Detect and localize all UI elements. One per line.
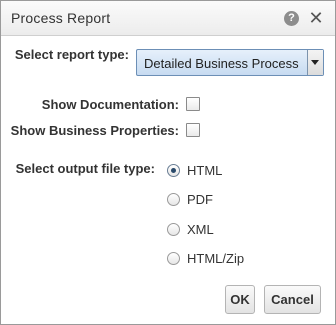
report-type-label: Select report type: <box>14 47 129 62</box>
output-label-xml[interactable]: XML <box>187 222 214 237</box>
report-type-select[interactable]: Detailed Business Process <box>136 49 324 76</box>
output-type-label: Select output file type: <box>15 161 155 176</box>
output-radio-xml[interactable] <box>167 223 180 236</box>
close-icon[interactable]: ✕ <box>308 8 324 28</box>
show-documentation-checkbox[interactable] <box>186 97 200 111</box>
process-report-dialog: Process Report ? ✕ Select report type: D… <box>0 0 336 325</box>
output-radio-html-zip[interactable] <box>167 252 180 265</box>
dialog-titlebar: Process Report ? ✕ <box>1 1 335 36</box>
show-documentation-label: Show Documentation: <box>41 97 179 112</box>
cancel-button[interactable]: Cancel <box>264 285 321 314</box>
show-business-properties-label: Show Business Properties: <box>10 123 179 138</box>
output-radio-html[interactable] <box>167 164 180 177</box>
output-label-html[interactable]: HTML <box>187 163 222 178</box>
dialog-title: Process Report <box>11 10 111 26</box>
chevron-down-icon[interactable] <box>307 50 323 75</box>
output-label-html-zip[interactable]: HTML/Zip <box>187 251 244 266</box>
help-icon[interactable]: ? <box>284 11 299 26</box>
ok-button[interactable]: OK <box>225 285 255 314</box>
show-business-properties-checkbox[interactable] <box>186 123 200 137</box>
report-type-value: Detailed Business Process <box>144 56 299 71</box>
output-label-pdf[interactable]: PDF <box>187 192 213 207</box>
output-radio-pdf[interactable] <box>167 193 180 206</box>
